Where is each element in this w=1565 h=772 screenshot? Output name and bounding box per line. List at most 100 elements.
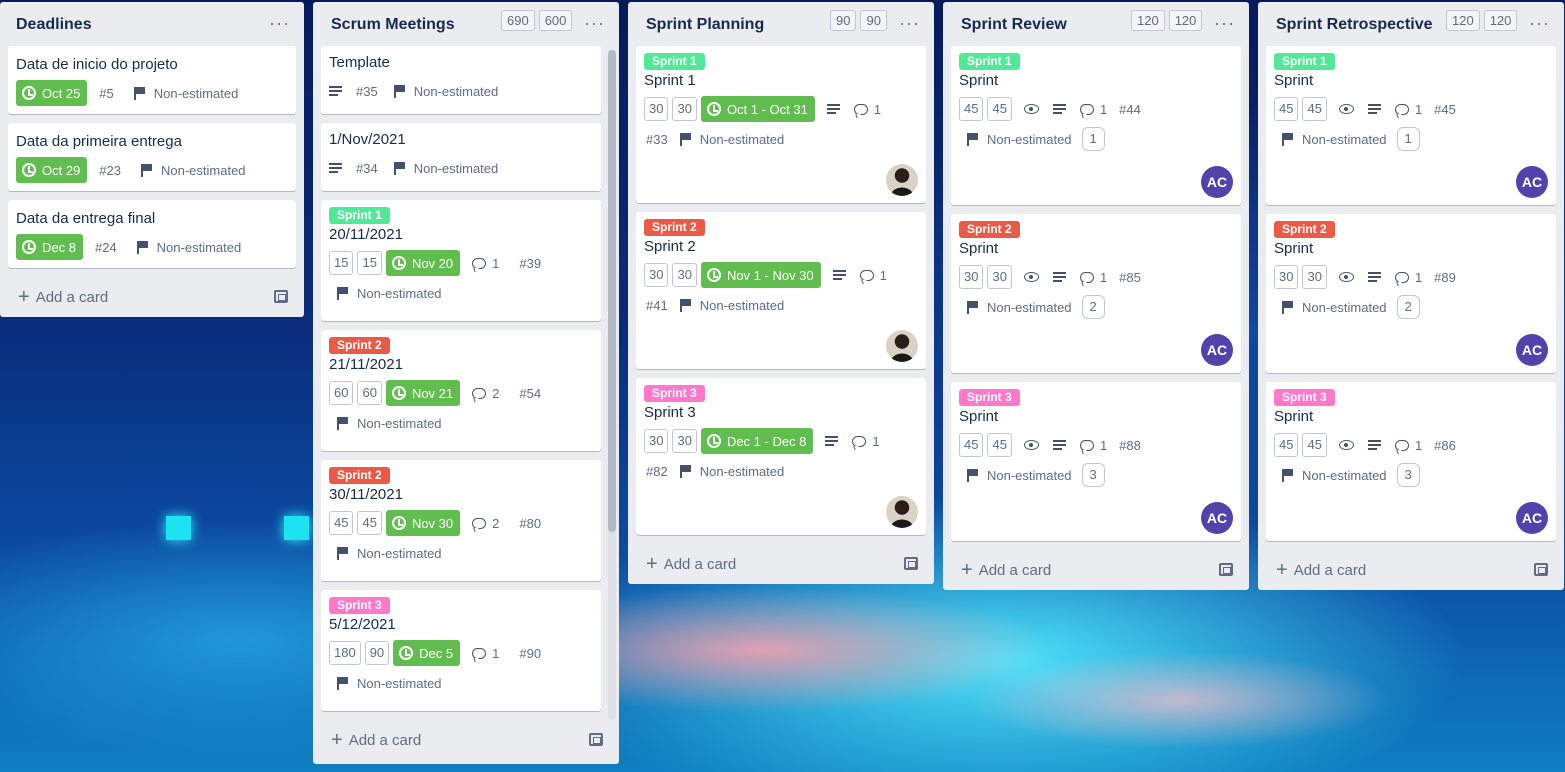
due-date-badge[interactable]: Nov 30	[385, 510, 461, 536]
estimate-status: Non-estimated	[413, 83, 499, 99]
comment-icon	[852, 435, 867, 447]
list-points-done: 120	[1483, 10, 1518, 31]
card[interactable]: Sprint 3 Sprint 45 45 1 #86 Non-estimate…	[1266, 382, 1556, 541]
card-number: #45	[1434, 101, 1456, 117]
card[interactable]: Data de inicio do projeto Oct 25 #5 Non-…	[8, 46, 296, 114]
card-number: #86	[1434, 437, 1456, 453]
card[interactable]: Sprint 3 Sprint 3 30 30 Dec 1 - Dec 8 1 …	[636, 378, 926, 535]
checklist-count: 2	[1396, 295, 1420, 319]
estimate-points: 180	[329, 641, 361, 665]
member-avatar[interactable]: AC	[1516, 334, 1548, 366]
card[interactable]: Template #35 Non-estimated	[321, 46, 601, 114]
due-date-badge[interactable]: Nov 1 - Nov 30	[700, 262, 821, 288]
due-date-badge[interactable]: Dec 8	[16, 234, 83, 260]
list-menu-icon[interactable]: ···	[899, 13, 920, 34]
member-avatar[interactable]	[886, 496, 918, 528]
card-number: #23	[99, 162, 121, 178]
due-date-badge[interactable]: Nov 21	[385, 380, 461, 406]
list-scrollbar[interactable]	[608, 50, 616, 720]
member-avatar[interactable]: AC	[1516, 502, 1548, 534]
card-template-icon[interactable]	[589, 733, 603, 746]
flag-icon	[1282, 300, 1294, 314]
card-title: Sprint 3	[644, 404, 696, 421]
scrollbar-thumb[interactable]	[608, 50, 616, 532]
due-date-badge[interactable]: Dec 1 - Dec 8	[700, 428, 814, 454]
add-card-button[interactable]: + Add a card	[943, 550, 1249, 590]
due-date-badge[interactable]: Nov 20	[385, 250, 461, 276]
card[interactable]: Sprint 1 Sprint 45 45 1 #45 Non-estimate…	[1266, 46, 1556, 205]
estimate-points: 60	[329, 381, 354, 405]
card[interactable]: Sprint 2 Sprint 2 30 30 Nov 1 - Nov 30 1…	[636, 212, 926, 369]
estimate-points: 45	[1274, 433, 1299, 457]
card[interactable]: Sprint 2 21/11/2021 60 60 Nov 21 2 #54 N…	[321, 330, 601, 451]
card[interactable]: Data da entrega final Dec 8 #24 Non-esti…	[8, 200, 296, 268]
estimate-status: Non-estimated	[699, 131, 785, 147]
list-menu-icon[interactable]: ···	[584, 13, 605, 34]
label-sprint-2: Sprint 2	[329, 337, 390, 354]
card[interactable]: Sprint 2 Sprint 30 30 1 #85 Non-estimate…	[951, 214, 1241, 373]
card[interactable]: Data da primeira entrega Oct 29 #23 Non-…	[8, 123, 296, 191]
card[interactable]: Sprint 2 Sprint 30 30 1 #89 Non-estimate…	[1266, 214, 1556, 373]
consumed-points: 30	[987, 265, 1012, 289]
card[interactable]: Sprint 1 Sprint 45 45 1 #44 Non-estimate…	[951, 46, 1241, 205]
card-number: #5	[99, 85, 114, 101]
member-avatar[interactable]: AC	[1201, 166, 1233, 198]
flag-icon	[679, 464, 692, 478]
estimate-points: 30	[644, 429, 669, 453]
card-title: Template	[329, 54, 390, 71]
label-sprint-1: Sprint 1	[1274, 53, 1335, 70]
card-template-icon[interactable]	[904, 557, 918, 570]
flag-icon	[679, 298, 692, 312]
list-title[interactable]: Sprint Retrospective	[1276, 16, 1432, 34]
member-avatar[interactable]: AC	[1516, 166, 1548, 198]
member-avatar[interactable]: AC	[1201, 502, 1233, 534]
card-number: #44	[1119, 101, 1141, 117]
checklist-count: 1	[1396, 127, 1420, 151]
add-card-button[interactable]: + Add a card	[1258, 550, 1564, 590]
list-menu-icon[interactable]: ···	[269, 13, 290, 34]
member-avatar[interactable]: AC	[1201, 334, 1233, 366]
flag-icon	[1282, 132, 1294, 146]
card-template-icon[interactable]	[1219, 563, 1233, 576]
label-sprint-3: Sprint 3	[1274, 389, 1335, 406]
card[interactable]: Sprint 2 30/11/2021 45 45 Nov 30 2 #80 N…	[321, 460, 601, 581]
comment-count: 1	[1099, 269, 1108, 285]
add-card-button[interactable]: + Add a card	[628, 544, 934, 584]
comment-icon	[1394, 103, 1409, 115]
list-title[interactable]: Deadlines	[16, 16, 92, 34]
list-title[interactable]: Sprint Planning	[646, 16, 764, 34]
card[interactable]: Sprint 1 20/11/2021 15 15 Nov 20 1 #39 N…	[321, 200, 601, 321]
list-menu-icon[interactable]: ···	[1529, 13, 1550, 34]
flag-icon	[967, 468, 979, 482]
card[interactable]: Sprint 3 5/12/2021 180 90 Dec 5 1 #90 No…	[321, 590, 601, 711]
card-template-icon[interactable]	[1534, 563, 1548, 576]
due-date-badge[interactable]: Oct 1 - Oct 31	[700, 96, 815, 122]
description-icon	[1052, 103, 1066, 115]
due-date-badge[interactable]: Oct 29	[16, 157, 88, 183]
card-title: Sprint	[1274, 240, 1314, 257]
card-template-icon[interactable]	[274, 290, 288, 303]
watch-icon	[1338, 272, 1354, 282]
plus-icon: +	[961, 559, 973, 581]
list-title[interactable]: Sprint Review	[961, 16, 1067, 34]
list-title[interactable]: Scrum Meetings	[331, 16, 455, 34]
card[interactable]: 1/Nov/2021 #34 Non-estimated	[321, 123, 601, 191]
plus-icon: +	[18, 286, 30, 308]
add-card-button[interactable]: + Add a card	[313, 720, 619, 760]
flag-icon	[337, 676, 349, 690]
add-card-button[interactable]: + Add a card	[0, 277, 304, 317]
card[interactable]: Sprint 1 Sprint 1 30 30 Oct 1 - Oct 31 1…	[636, 46, 926, 203]
card[interactable]: Sprint 3 Sprint 45 45 1 #88 Non-estimate…	[951, 382, 1241, 541]
watch-icon	[1023, 440, 1039, 450]
estimate-status: Non-estimated	[156, 239, 242, 255]
description-icon	[832, 269, 846, 281]
member-avatar[interactable]	[886, 164, 918, 196]
estimate-status: Non-estimated	[699, 463, 785, 479]
list-deadlines: Deadlines ··· Data de inicio do projeto …	[0, 2, 304, 317]
due-date-badge[interactable]: Dec 5	[393, 640, 461, 666]
due-date-badge[interactable]: Oct 25	[16, 80, 88, 106]
member-avatar[interactable]	[886, 330, 918, 362]
list-menu-icon[interactable]: ···	[1214, 13, 1235, 34]
card-number: #90	[519, 645, 542, 661]
checklist-count: 1	[1081, 127, 1105, 151]
